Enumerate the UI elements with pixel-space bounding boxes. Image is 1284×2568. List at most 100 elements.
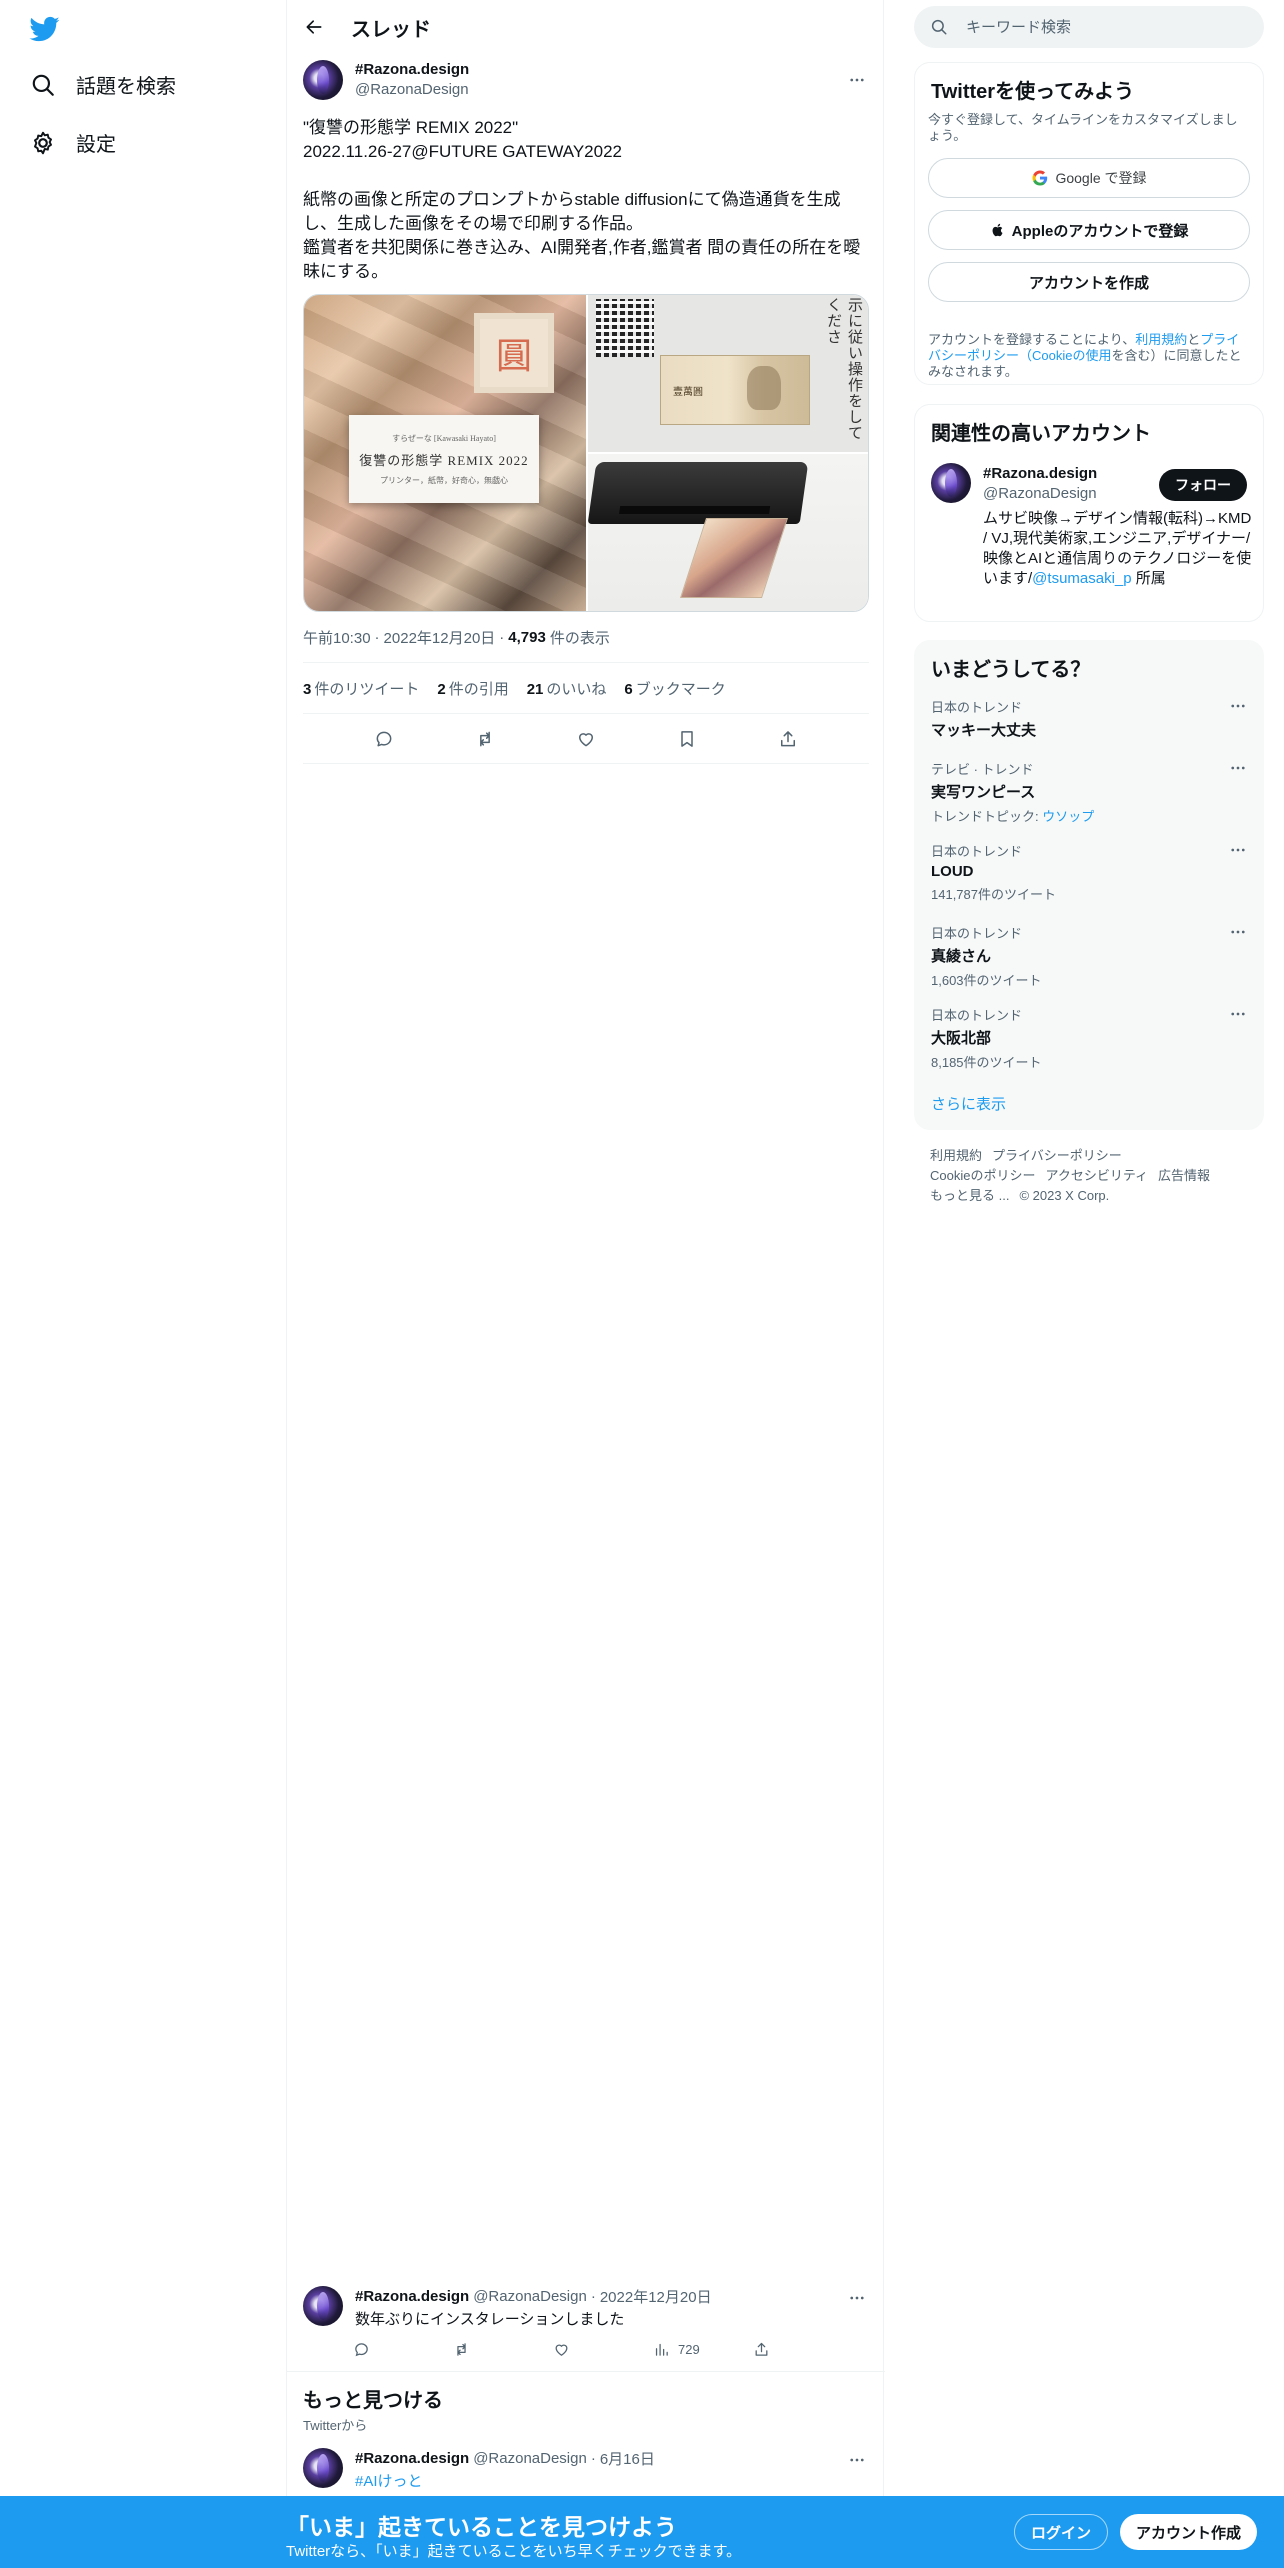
signup-title: Twitterを使ってみよう — [931, 81, 1135, 103]
user-handle[interactable]: @RazonaDesign — [355, 80, 469, 100]
terms-link[interactable]: 利用規約 — [1135, 332, 1187, 347]
more-options-icon[interactable] — [845, 2448, 869, 2472]
trends-title: いまどうしてる？ — [931, 659, 1091, 681]
tweet-date[interactable]: 6月16日 — [600, 2448, 655, 2469]
bar-chart-icon — [653, 2341, 670, 2358]
trend-item[interactable]: 日本のトレンド 大阪北部 8,185件のツイート — [931, 1005, 1247, 1071]
trend-context: テレビ · トレンド — [931, 762, 1034, 777]
more-options-icon[interactable] — [1229, 923, 1247, 941]
hashtag-link[interactable]: #AIけっと — [355, 2470, 423, 2491]
search-icon — [930, 18, 948, 36]
display-name[interactable]: #Razona.design — [355, 60, 469, 80]
show-more-link[interactable]: さらに表示 — [931, 1093, 1006, 1114]
page-title: スレッド — [351, 18, 431, 41]
views-label: 件の表示 — [549, 629, 610, 647]
create-account-button[interactable]: アカウントを作成 — [928, 262, 1250, 302]
more-options-icon[interactable] — [1229, 841, 1247, 859]
like-icon[interactable] — [547, 2334, 627, 2364]
avatar[interactable] — [303, 2448, 343, 2488]
quotes-stat[interactable]: 2 件の引用 — [437, 678, 508, 699]
display-name[interactable]: #Razona.design — [983, 465, 1097, 482]
reply-actions: 729 — [347, 2334, 827, 2364]
more-options-icon[interactable] — [845, 68, 869, 92]
nav-settings[interactable]: 設定 — [30, 128, 116, 157]
stamp-glyph: 圓 — [474, 313, 554, 393]
tweet-meta: 午前10:30 · 2022年12月20日 · 4,793 件の表示 — [303, 627, 610, 648]
share-icon[interactable] — [771, 722, 805, 756]
avatar[interactable] — [303, 60, 343, 100]
user-handle[interactable]: @RazonaDesign — [983, 485, 1097, 502]
retweets-stat[interactable]: 3 件のリツイート — [303, 678, 419, 699]
tweet-text: "復讐の形態学 REMIX 2022" 2022.11.26-27@FUTURE… — [303, 118, 861, 281]
reply-header: #Razona.design @RazonaDesign · 2022年12月2… — [355, 2286, 712, 2307]
trend-item[interactable]: 日本のトレンド LOUD 141,787件のツイート — [931, 841, 1247, 903]
reply-icon[interactable] — [347, 2334, 427, 2364]
login-button[interactable]: ログイン — [1014, 2514, 1109, 2550]
footer-link[interactable]: Cookieのポリシー — [930, 1168, 1035, 1183]
search-bar[interactable] — [914, 6, 1264, 48]
tweet-header: #Razona.design @RazonaDesign — [303, 60, 869, 100]
more-options-icon[interactable] — [1229, 697, 1247, 715]
trend-count: 141,787件のツイート — [931, 887, 1056, 902]
avatar[interactable] — [303, 2286, 343, 2326]
search-input[interactable] — [966, 18, 1226, 36]
reply-icon[interactable] — [367, 722, 401, 756]
signup-subtitle: 今すぐ登録して、タイムラインをカスタマイズしましょう。 — [928, 112, 1238, 143]
user-handle[interactable]: @RazonaDesign — [473, 2288, 587, 2305]
bookmarks-stat[interactable]: 6 ブックマーク — [624, 678, 725, 699]
section-subtitle: Twitterから — [303, 2418, 368, 2433]
bio-mention-link[interactable]: @tsumasaki_p — [1032, 570, 1131, 587]
footer-link[interactable]: プライバシーポリシー — [992, 1148, 1122, 1163]
cookie-link[interactable]: Cookieの使用 — [1032, 348, 1111, 363]
tweet-date[interactable]: 2022年12月20日 — [600, 2286, 712, 2307]
back-arrow-icon[interactable] — [299, 12, 329, 42]
bottom-signup-banner: 「いま」起きていることを見つけよう Twitterなら、「いま」起きていることを… — [0, 2496, 1284, 2568]
qr-code-image — [596, 299, 654, 357]
retweet-icon[interactable] — [447, 2334, 527, 2364]
tweet-header: #Razona.design @RazonaDesign · 6月16日 — [355, 2448, 655, 2469]
more-options-icon[interactable] — [1229, 1005, 1247, 1023]
display-name[interactable]: #Razona.design — [355, 2288, 469, 2305]
likes-stat[interactable]: 21 のいいね — [527, 678, 607, 699]
share-icon[interactable] — [747, 2334, 827, 2364]
trend-context: 日本のトレンド — [931, 844, 1023, 859]
google-signup-button[interactable]: Google で登録 — [928, 158, 1250, 198]
footer-link[interactable]: 利用規約 — [930, 1148, 982, 1163]
footer-more-link[interactable]: もっと見る ... — [930, 1188, 1009, 1203]
signup-button[interactable]: アカウント作成 — [1120, 2514, 1258, 2550]
retweet-icon[interactable] — [468, 722, 502, 756]
trend-item[interactable]: 日本のトレンド 真綾さん 1,603件のツイート — [931, 923, 1247, 989]
reply-tweet[interactable]: #Razona.design @RazonaDesign · 2022年12月2… — [287, 2278, 885, 2372]
discover-tweet[interactable]: #Razona.design @RazonaDesign · 6月16日 #AI… — [287, 2440, 885, 2500]
trends-panel: いまどうしてる？ 日本のトレンド マッキー大丈夫 テレビ · トレンド 実写ワン… — [914, 640, 1264, 1130]
more-options-icon[interactable] — [1229, 759, 1247, 777]
photo-printer[interactable] — [587, 454, 868, 611]
avatar[interactable] — [931, 463, 971, 503]
tweet-date[interactable]: 2022年12月20日 — [384, 627, 496, 648]
printer-image — [587, 462, 809, 524]
photo-qr-banknote[interactable]: 壹萬圓 示に従い操作をしてくださ — [588, 295, 868, 452]
display-name[interactable]: #Razona.design — [355, 2450, 469, 2467]
apple-icon — [990, 222, 1006, 238]
bookmark-icon[interactable] — [670, 722, 704, 756]
trend-item[interactable]: テレビ · トレンド 実写ワンピース トレンドトピック: ウソップ — [931, 759, 1247, 825]
footer-link[interactable]: アクセシビリティ — [1045, 1168, 1148, 1183]
user-bio: ムサビ映像→デザイン情報(転科)→KMD / VJ,現代美術家,エンジニア,デザ… — [983, 509, 1255, 589]
like-icon[interactable] — [569, 722, 603, 756]
tweet-actions — [303, 714, 869, 764]
tweet-stats: 3 件のリツイート 2 件の引用 21 のいいね 6 ブックマーク — [303, 662, 869, 714]
trend-topic-link[interactable]: ウソップ — [1042, 809, 1094, 824]
footer-link[interactable]: 広告情報 — [1158, 1168, 1210, 1183]
trend-item[interactable]: 日本のトレンド マッキー大丈夫 — [931, 697, 1247, 740]
more-options-icon[interactable] — [845, 2286, 869, 2310]
printed-note-image — [680, 518, 788, 598]
views-stat[interactable]: 729 — [647, 2334, 727, 2364]
twitter-bird-icon[interactable] — [28, 14, 62, 44]
tweet-time[interactable]: 午前10:30 — [303, 627, 371, 648]
apple-signup-button[interactable]: Appleのアカウントで登録 — [928, 210, 1250, 250]
user-handle[interactable]: @RazonaDesign — [473, 2450, 587, 2467]
follow-button[interactable]: フォロー — [1159, 469, 1247, 501]
photo-exhibit-card[interactable]: 圓 すらぜーな [Kawasaki Hayato] 復讐の形態学 REMIX 2… — [304, 295, 586, 611]
legal-paren: （ — [1019, 348, 1033, 363]
nav-explore[interactable]: 話題を検索 — [30, 70, 176, 99]
